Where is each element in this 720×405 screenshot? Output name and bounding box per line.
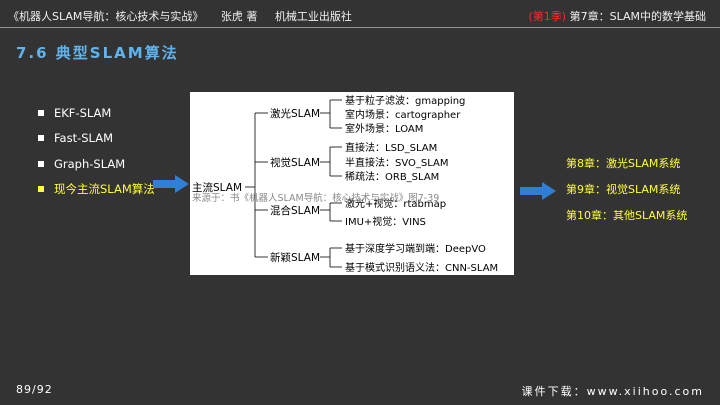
footer-download-site: 课件下载：www.xiihoo.com <box>521 385 704 398</box>
diagram-leaf: 室外场景：LOAM <box>345 122 423 135</box>
diagram-connectors <box>245 99 342 268</box>
header-divider <box>0 27 720 28</box>
bullet-label: Graph-SLAM <box>54 156 126 171</box>
next-chapters-list: 第8章：激光SLAM系统 第9章：视觉SLAM系统 第10章：其他SLAM系统 <box>566 150 687 228</box>
bullet-square-icon <box>38 160 44 167</box>
header-book-info: 《机器人SLAM导航：核心技术与实战》 张虎 著 机械工业出版社 <box>8 8 366 24</box>
arrow-right-icon <box>520 182 556 200</box>
bullet-square-icon <box>38 109 44 116</box>
chapter-link-8: 第8章：激光SLAM系统 <box>566 157 681 170</box>
book-author: 张虎 著 <box>220 10 258 23</box>
header-chapter-info: (第1季) 第7章：SLAM中的数学基础 <box>529 8 706 24</box>
bullet-square-icon <box>38 135 44 142</box>
diagram-leaf: IMU+视觉：VINS <box>345 215 426 228</box>
bullet-item: Fast-SLAM <box>38 126 155 152</box>
diagram-leaf: 室内场景：cartographer <box>345 108 461 121</box>
bullet-label: EKF-SLAM <box>54 105 112 120</box>
chapter-link-9: 第9章：视觉SLAM系统 <box>566 183 681 196</box>
diagram-leaf: 基于粒子滤波：gmapping <box>345 94 465 107</box>
diagram-leaf: 半直接法：SVO_SLAM <box>345 156 449 169</box>
bullet-item: Graph-SLAM <box>38 151 155 177</box>
bullet-item: EKF-SLAM <box>38 100 155 126</box>
chapter-label: 第7章：SLAM中的数学基础 <box>569 10 706 23</box>
slam-taxonomy-diagram: 主流SLAM 激光SLAM 视觉SLAM 混合SLAM 新颖SLAM 基于粒子滤… <box>190 92 514 275</box>
bullet-item-highlighted: 现今主流SLAM算法 <box>38 177 155 203</box>
bullet-label: Fast-SLAM <box>54 131 114 146</box>
book-title: 《机器人SLAM导航：核心技术与实战》 <box>8 10 204 23</box>
slide-title: 7.6 典型SLAM算法 <box>16 44 179 62</box>
diagram-leaf: 基于深度学习端到端：DeepVO <box>345 242 486 255</box>
book-publisher: 机械工业出版社 <box>274 10 352 23</box>
group-visual: 视觉SLAM <box>270 156 320 169</box>
group-hybrid: 混合SLAM <box>270 204 320 217</box>
bullet-square-icon <box>38 186 44 193</box>
diagram-leaf: 稀疏法：ORB_SLAM <box>345 170 439 183</box>
diagram-leaf: 基于模式识别语义法：CNN-SLAM <box>345 261 498 274</box>
bullet-label: 现今主流SLAM算法 <box>54 182 155 197</box>
diagram-caption-watermark: 来源于：书《机器人SLAM导航：核心技术与实战》图7-39 <box>192 192 439 204</box>
chapter-link-10: 第10章：其他SLAM系统 <box>566 209 688 222</box>
group-laser: 激光SLAM <box>270 107 320 120</box>
diagram-leaf: 直接法：LSD_SLAM <box>345 141 437 154</box>
part-label: (第1季) <box>528 10 567 23</box>
arrow-right-icon <box>153 175 189 193</box>
bullet-list: EKF-SLAM Fast-SLAM Graph-SLAM 现今主流SLAM算法 <box>38 100 155 202</box>
page-number: 89/92 <box>16 383 53 396</box>
group-novel: 新颖SLAM <box>270 251 320 264</box>
